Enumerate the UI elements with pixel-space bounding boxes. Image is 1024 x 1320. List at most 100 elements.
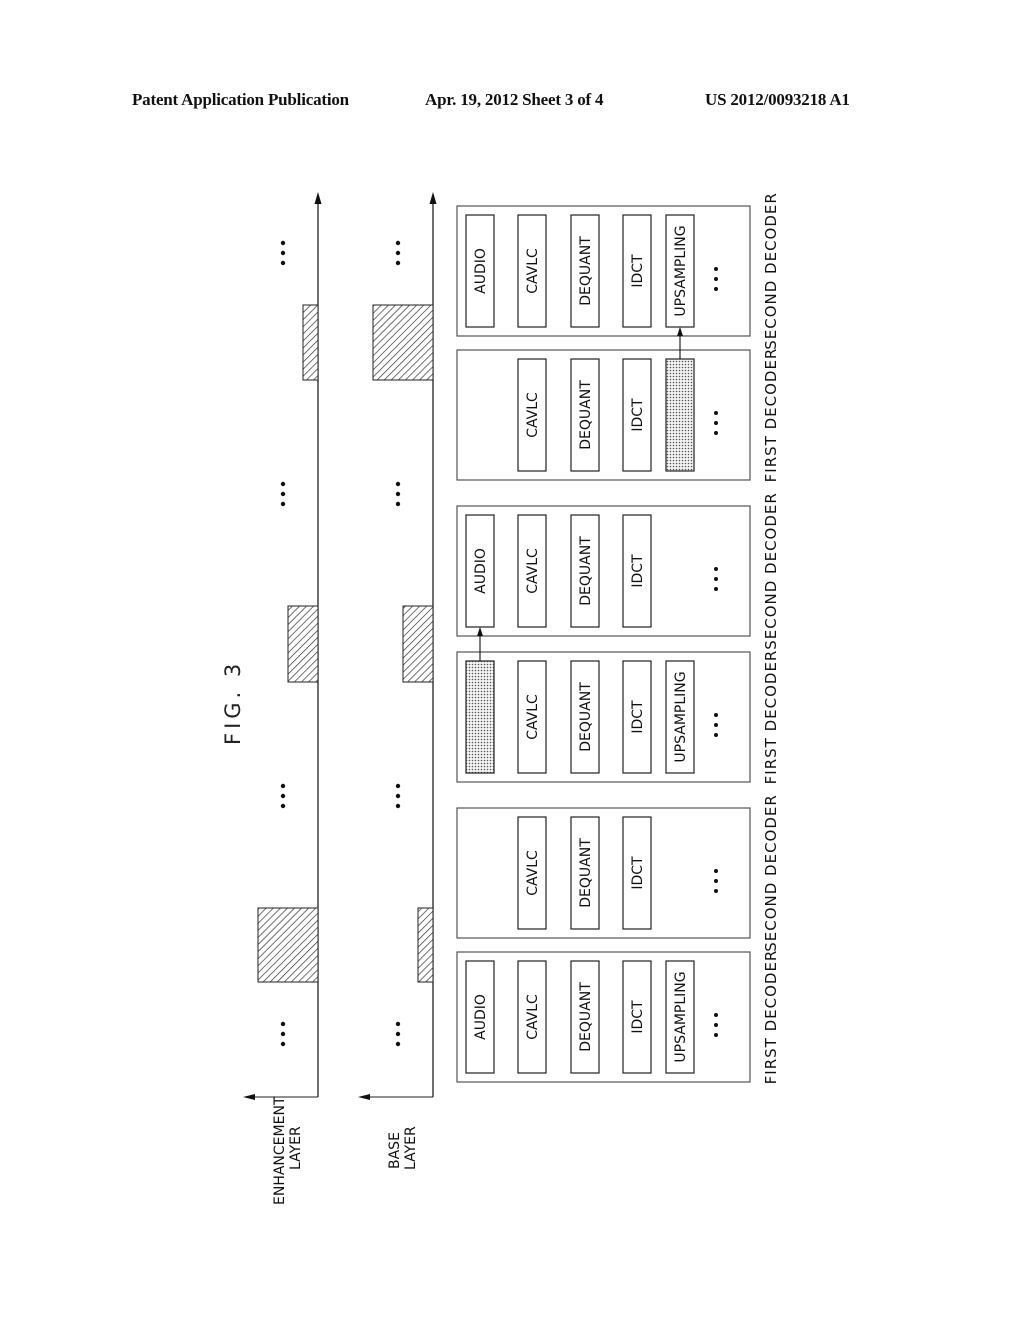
- ellipsis-dot: [395, 1021, 401, 1027]
- shaded-block: [465, 660, 495, 774]
- decoder-label: SECOND DECODER: [762, 192, 780, 350]
- ellipsis-dot: [280, 793, 286, 799]
- ellipsis-dot: [395, 803, 401, 809]
- ellipsis-dot: [395, 491, 401, 497]
- ellipsis-dot: [395, 240, 401, 246]
- block-label: IDCT: [630, 1000, 646, 1034]
- ellipsis-dot: [714, 889, 718, 893]
- enhancement-label-line2: LAYER: [288, 1126, 304, 1170]
- decoder-panel-4: AUDIO CAVLC DEQUANT IDCT SECOND DECODER: [456, 492, 780, 650]
- enhancement-layer-label: ENHANCEMENT LAYER: [272, 1096, 304, 1205]
- decoder-label: SECOND DECODER: [762, 794, 780, 952]
- ellipsis-dot: [280, 260, 286, 266]
- ellipsis-dot: [714, 267, 718, 271]
- ellipsis-dot: [714, 1023, 718, 1027]
- enhancement-pulse-3: [302, 304, 319, 381]
- ellipsis-dot: [395, 260, 401, 266]
- block-label: IDCT: [630, 254, 646, 288]
- ellipsis-dot: [395, 481, 401, 487]
- base-pulse-2: [402, 605, 434, 683]
- arrow-left-icon: [358, 1094, 370, 1100]
- figure-title: FIG. 3: [221, 660, 245, 745]
- block-label: IDCT: [630, 700, 646, 734]
- block-label: IDCT: [630, 856, 646, 890]
- ellipsis-dot: [395, 1031, 401, 1037]
- block-label: DEQUANT: [578, 682, 594, 752]
- block-label: AUDIO: [473, 548, 489, 594]
- block-label: CAVLC: [525, 694, 541, 740]
- ellipsis-dot: [280, 1021, 286, 1027]
- block-label: DEQUANT: [578, 236, 594, 306]
- ellipsis-dot: [714, 277, 718, 281]
- block-label: CAVLC: [525, 248, 541, 294]
- block-label: UPSAMPLING: [673, 225, 689, 316]
- decoder-panel-6: AUDIO CAVLC DEQUANT IDCT UPSAMPLING SECOND DE…: [456, 192, 780, 350]
- enhancement-pulse-2: [287, 605, 319, 683]
- base-pulse-1: [417, 907, 434, 983]
- ellipsis-dot: [395, 501, 401, 507]
- decoder-label: FIRST DECODER: [762, 650, 780, 785]
- block-label: DEQUANT: [578, 380, 594, 450]
- decoder-label: FIRST DECODER: [762, 348, 780, 483]
- decoder-label: FIRST DECODER: [762, 950, 780, 1085]
- block-label: CAVLC: [525, 548, 541, 594]
- ellipsis-dot: [280, 491, 286, 497]
- base-label-line2: LAYER: [403, 1126, 419, 1170]
- ellipsis-dot: [714, 713, 718, 717]
- decoder-panel-2: CAVLC DEQUANT IDCT SECOND DECODER: [456, 794, 780, 952]
- decoder-label: SECOND DECODER: [762, 492, 780, 650]
- shaded-block: [665, 358, 695, 472]
- decoder-frame: [456, 951, 751, 1083]
- base-label-line1: BASE: [387, 1132, 403, 1169]
- block-label: CAVLC: [525, 850, 541, 896]
- ellipsis-dot: [280, 803, 286, 809]
- ellipsis-dot: [280, 250, 286, 256]
- block-label: DEQUANT: [578, 982, 594, 1052]
- ellipsis-dot: [280, 783, 286, 789]
- ellipsis-dot: [280, 240, 286, 246]
- block-label: DEQUANT: [578, 536, 594, 606]
- base-pulse-3: [372, 304, 434, 381]
- ellipsis-dot: [714, 421, 718, 425]
- arrow-up-icon: [429, 192, 437, 204]
- ellipsis-dot: [714, 587, 718, 591]
- ellipsis-dot: [280, 501, 286, 507]
- block-label: AUDIO: [473, 994, 489, 1040]
- block-label: CAVLC: [525, 392, 541, 438]
- ellipsis-dot: [280, 1041, 286, 1047]
- decoder-panel-5: CAVLC DEQUANT IDCT FIRST DECODER: [456, 348, 780, 483]
- arrow-up-icon: [314, 192, 322, 204]
- ellipsis-dot: [714, 733, 718, 737]
- ellipsis-dot: [714, 411, 718, 415]
- ellipsis-dot: [280, 481, 286, 487]
- ellipsis-dot: [280, 1031, 286, 1037]
- ellipsis-dot: [714, 1013, 718, 1017]
- block-label: UPSAMPLING: [673, 671, 689, 762]
- ellipsis-dot: [714, 723, 718, 727]
- base-layer-label: BASE LAYER: [387, 1126, 419, 1170]
- block-label: CAVLC: [525, 994, 541, 1040]
- block-label: IDCT: [630, 398, 646, 432]
- decoder-frame: [456, 205, 751, 337]
- decoder-frame: [456, 807, 751, 939]
- ellipsis-dot: [714, 869, 718, 873]
- ellipsis-dot: [714, 431, 718, 435]
- ellipsis-dot: [714, 879, 718, 883]
- ellipsis-dot: [714, 1033, 718, 1037]
- ellipsis-dot: [395, 783, 401, 789]
- figure-3-diagram: FIG. 3 AUDIO CAVLC DEQUANT IDCT UPSAMPLING FI…: [221, 192, 780, 1205]
- decoder-panel-3: CAVLC DEQUANT IDCT UPSAMPLING FIRST DECODER: [456, 650, 780, 785]
- decoder-frame: [456, 349, 751, 481]
- decoder-panel-1: AUDIO CAVLC DEQUANT IDCT UPSAMPLING FIRST DEC…: [456, 950, 780, 1085]
- ellipsis-dot: [395, 793, 401, 799]
- ellipsis-dot: [714, 577, 718, 581]
- enhancement-label-line1: ENHANCEMENT: [272, 1096, 288, 1205]
- ellipsis-dot: [395, 1041, 401, 1047]
- decoder-frame: [456, 505, 751, 637]
- ellipsis-dot: [395, 250, 401, 256]
- ellipsis-dot: [714, 287, 718, 291]
- block-label: IDCT: [630, 554, 646, 588]
- block-label: AUDIO: [473, 248, 489, 294]
- block-label: DEQUANT: [578, 838, 594, 908]
- arrow-left-icon: [243, 1094, 255, 1100]
